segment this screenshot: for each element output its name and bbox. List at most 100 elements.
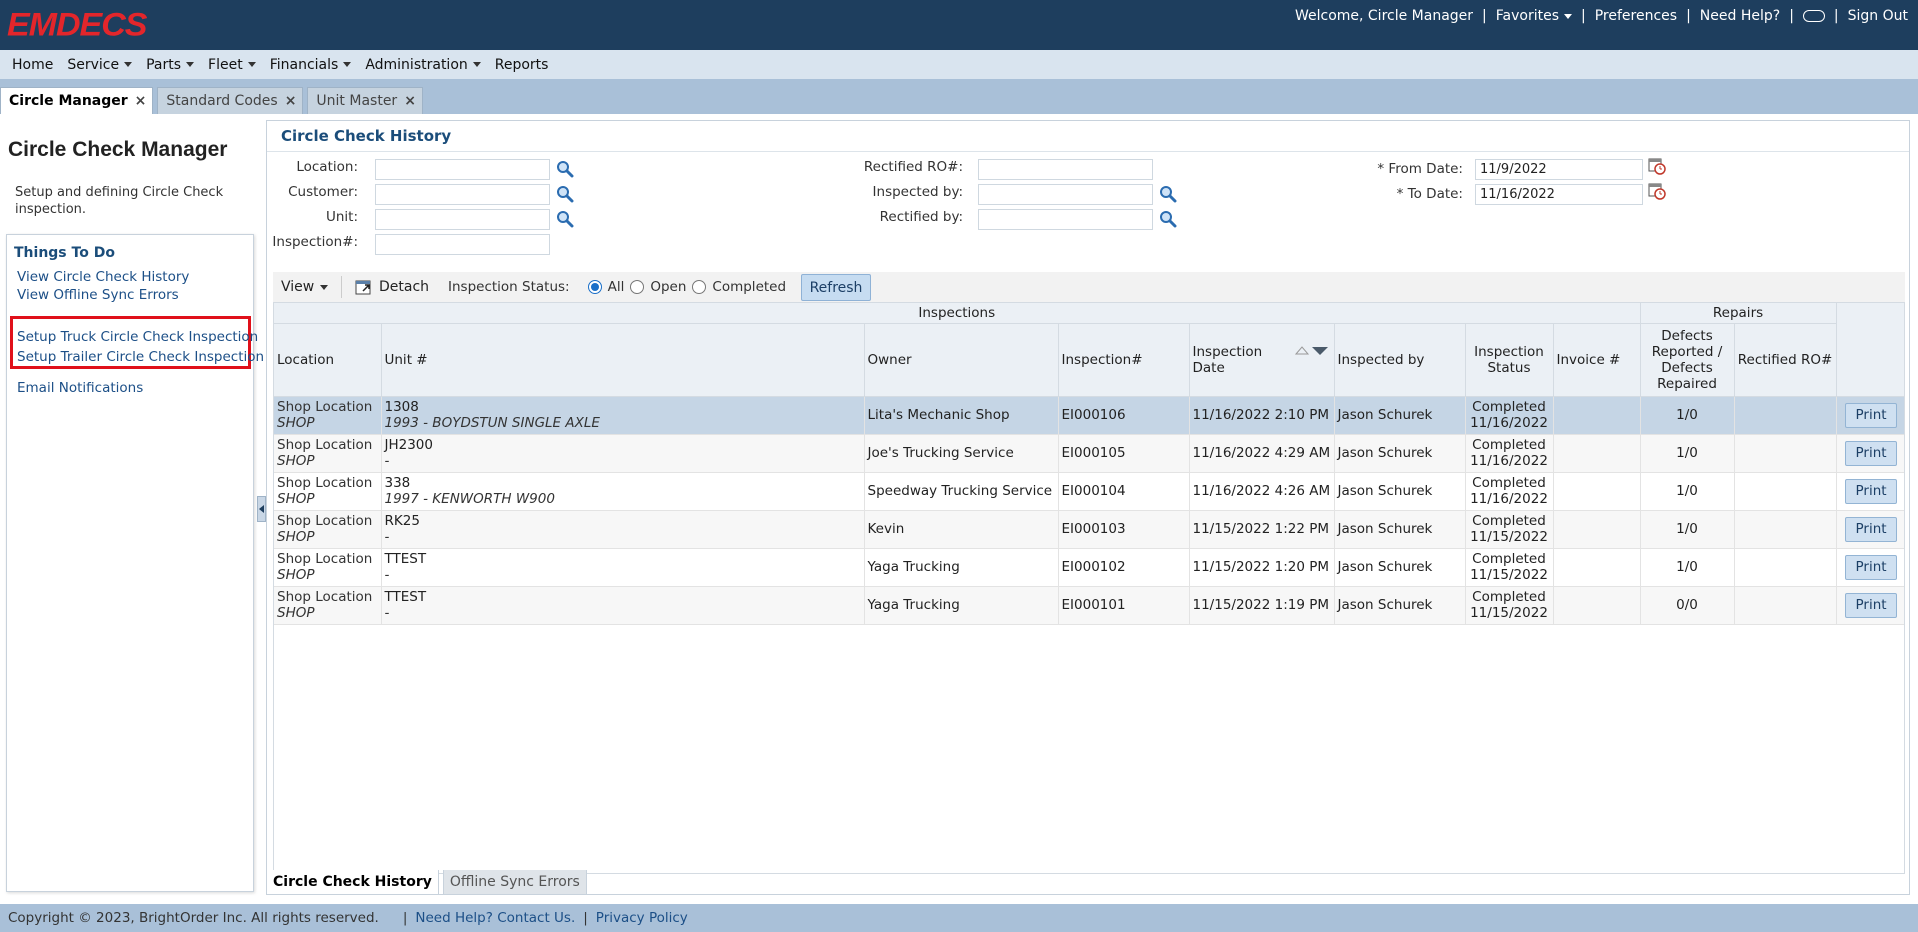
from-date-input[interactable] — [1475, 159, 1643, 180]
print-button[interactable]: Print — [1845, 478, 1898, 504]
setup-truck-inspection-link[interactable]: Setup Truck Circle Check Inspection — [17, 329, 258, 345]
view-history-link[interactable]: View Circle Check History — [17, 269, 189, 285]
inspection-number-label: Inspection#: — [272, 234, 358, 250]
col-header-inspection-status[interactable]: Inspection Status — [1465, 323, 1554, 397]
tab-unit-master[interactable]: Unit Master × — [307, 87, 423, 114]
group-header-inspections: Inspections — [274, 303, 1641, 324]
print-button[interactable]: Print — [1845, 592, 1898, 618]
grid-toolbar: View Detach Inspection Status: All Open … — [273, 272, 1905, 302]
table-row[interactable]: Shop Location SHOP 338 1997 - KENWORTH W900… — [274, 472, 1904, 511]
cell-inspected-by: Jason Schurek — [1334, 586, 1466, 625]
col-header-defects[interactable]: Defects Reported / Defects Repaired — [1640, 323, 1735, 397]
chat-icon[interactable] — [1802, 10, 1825, 22]
print-button[interactable]: Print — [1845, 516, 1898, 542]
radio-open[interactable] — [630, 280, 645, 294]
view-sync-errors-link[interactable]: View Offline Sync Errors — [17, 287, 179, 303]
content-frame: Circle Check Manager Setup and defining … — [0, 114, 1918, 904]
col-header-location[interactable]: Location — [274, 323, 382, 397]
table-row[interactable]: Shop Location SHOP TTEST - Yaga Trucking EI00… — [274, 586, 1904, 625]
search-icon[interactable] — [556, 185, 574, 203]
menu-service-label: Service — [67, 56, 120, 73]
menu-service[interactable]: Service — [67, 56, 133, 73]
location-input[interactable] — [375, 159, 550, 180]
menu-home[interactable]: Home — [12, 57, 53, 73]
menu-home-label: Home — [12, 56, 54, 73]
setup-trailer-inspection-link[interactable]: Setup Trailer Circle Check Inspection — [17, 349, 264, 365]
menu-reports[interactable]: Reports — [495, 57, 549, 73]
cell-location: Shop Location SHOP — [274, 434, 382, 473]
search-icon[interactable] — [1159, 185, 1177, 203]
refresh-button[interactable]: Refresh — [801, 274, 871, 301]
col-header-inspection[interactable]: Inspection# — [1058, 323, 1190, 397]
preferences-link[interactable]: Preferences — [1595, 8, 1677, 24]
search-icon[interactable] — [556, 160, 574, 178]
sign-out-link[interactable]: Sign Out — [1848, 8, 1908, 24]
cell-owner: Yaga Trucking — [864, 548, 1059, 587]
tab-circle-check-history[interactable]: Circle Check History — [266, 870, 439, 895]
tab-circle-manager[interactable]: Circle Manager × — [0, 87, 154, 114]
col-header-text: Repaired — [1657, 375, 1717, 392]
col-header-rectified-ro[interactable]: Rectified RO# — [1734, 323, 1837, 397]
view-menu-button[interactable]: View — [281, 279, 329, 295]
search-icon[interactable] — [556, 210, 574, 228]
close-icon[interactable]: × — [285, 93, 297, 109]
tab-standard-codes[interactable]: Standard Codes × — [157, 87, 304, 114]
radio-all[interactable] — [587, 280, 602, 294]
rectified-ro-input[interactable] — [978, 159, 1153, 180]
menu-parts[interactable]: Parts — [146, 57, 195, 73]
col-header-owner[interactable]: Owner — [864, 323, 1059, 397]
unit-number: TTEST — [384, 589, 427, 605]
sort-arrows-icon[interactable] — [1294, 344, 1330, 358]
col-header-unit[interactable]: Unit # — [381, 323, 865, 397]
status-date: 11/16/2022 — [1470, 415, 1548, 431]
menu-fleet[interactable]: Fleet — [208, 57, 256, 73]
table-row[interactable]: Shop Location SHOP JH2300- Joe's Trucking S… — [274, 434, 1904, 473]
inspection-number-input[interactable] — [375, 234, 550, 255]
cell-inspected-by: Jason Schurek — [1334, 548, 1466, 587]
menu-financials[interactable]: Financials — [270, 57, 352, 73]
table-row[interactable]: Shop Location SHOP TTEST - Yaga Trucking EI00… — [274, 548, 1904, 587]
privacy-policy-link[interactable]: Privacy Policy — [596, 910, 688, 926]
table-row[interactable]: Shop Location SHOP 1308 1993 - BOYDSTUN SIN… — [274, 396, 1904, 435]
print-button[interactable]: Print — [1845, 440, 1898, 466]
col-header-inspected-by[interactable]: Inspected by — [1334, 323, 1466, 397]
col-header-invoice[interactable]: Invoice # — [1553, 323, 1641, 397]
inspected-by-input[interactable] — [978, 184, 1153, 205]
location-name: Shop Location — [277, 589, 373, 605]
contact-us-link[interactable]: Need Help? Contact Us. — [415, 910, 575, 926]
rectified-ro-label: Rectified RO#: — [863, 159, 963, 175]
detach-label: Detach — [379, 279, 430, 295]
detach-icon — [355, 280, 371, 295]
menu-fleet-label: Fleet — [208, 56, 243, 73]
separator: | — [1833, 8, 1839, 24]
favorites-menu[interactable]: Favorites — [1496, 8, 1573, 24]
cell-rectified-ro — [1734, 548, 1837, 587]
tab-offline-sync-errors[interactable]: Offline Sync Errors — [442, 870, 587, 895]
print-button[interactable]: Print — [1845, 554, 1898, 580]
collapse-panel-handle[interactable] — [257, 496, 266, 522]
menu-financials-label: Financials — [269, 56, 339, 73]
cell-unit: JH2300- — [381, 434, 865, 473]
close-icon[interactable]: × — [404, 93, 416, 109]
unit-input[interactable] — [375, 209, 550, 230]
close-icon[interactable]: × — [135, 93, 147, 109]
detach-button[interactable]: Detach — [355, 278, 429, 296]
unit-number: TTEST — [384, 551, 427, 567]
emdecs-logo[interactable]: EMDECS — [7, 7, 147, 44]
rectified-by-input[interactable] — [978, 209, 1153, 230]
need-help-link[interactable]: Need Help? — [1700, 8, 1780, 24]
table-row[interactable]: Shop Location SHOP RK25- Kevin EI000103 11/15… — [274, 510, 1904, 549]
email-notifications-link[interactable]: Email Notifications — [17, 380, 143, 396]
col-header-inspection-date[interactable]: Inspection Date — [1189, 323, 1335, 397]
calendar-icon[interactable] — [1648, 157, 1666, 175]
search-icon[interactable] — [1159, 210, 1177, 228]
print-button[interactable]: Print — [1845, 402, 1898, 428]
calendar-icon[interactable] — [1648, 182, 1666, 200]
customer-input[interactable] — [375, 184, 550, 205]
view-label: View — [281, 279, 315, 295]
radio-all-label: All — [607, 279, 625, 295]
to-date-input[interactable] — [1475, 184, 1643, 205]
left-panel: Circle Check Manager Setup and defining … — [0, 114, 264, 904]
radio-completed[interactable] — [692, 280, 707, 294]
menu-administration[interactable]: Administration — [365, 57, 481, 73]
